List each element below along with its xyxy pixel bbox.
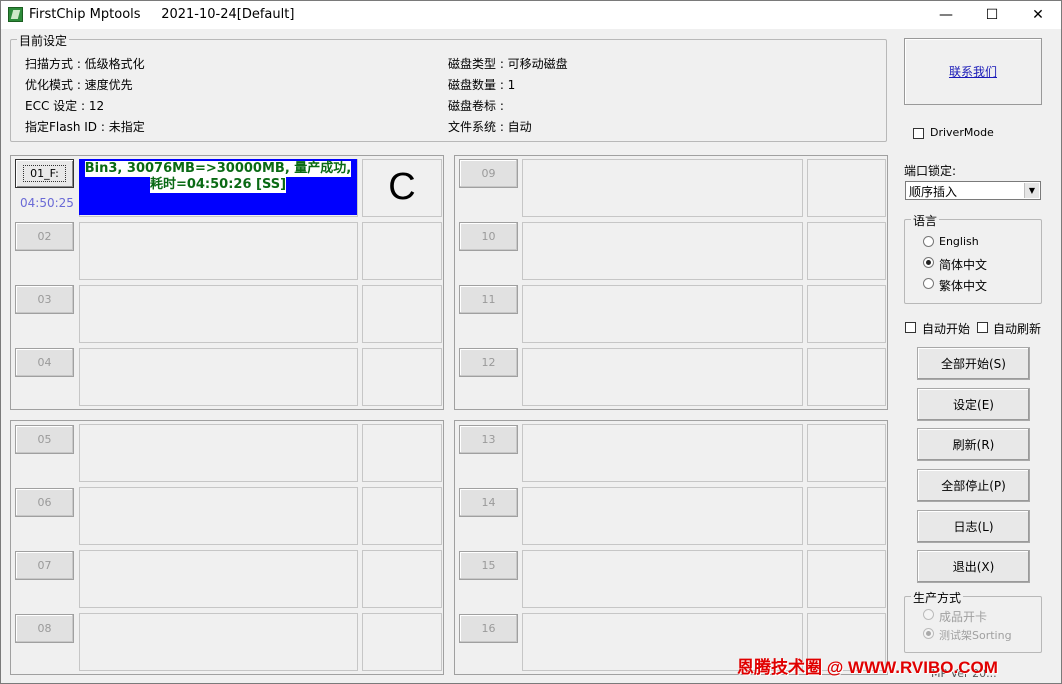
port-status-cell — [79, 285, 358, 343]
port-status-cell — [522, 348, 803, 406]
port-01-status: Bin3, 30076MB=>30000MB, 量产成功, 耗时=04:50:2… — [79, 159, 357, 215]
port-status-cell — [79, 424, 358, 482]
port-status-cell — [79, 487, 358, 545]
port-drive-cell — [807, 159, 886, 217]
driver-mode-checkbox[interactable] — [913, 128, 924, 139]
disk-label-text: 磁盘卷标 : — [448, 99, 504, 113]
production-mode-label: 生产方式 — [911, 589, 964, 606]
port-lock-select[interactable]: 顺序插入 ▼ — [905, 181, 1041, 200]
port-drive-cell — [807, 550, 886, 608]
title-bar: FirstChip Mptools 2021-10-24[Default] — … — [1, 1, 1061, 29]
production-retail-radio[interactable] — [923, 609, 934, 620]
production-sorting-label: 测试架Sorting — [939, 629, 1012, 642]
port-button-16[interactable]: 16 — [459, 614, 518, 643]
port-status-cell — [79, 550, 358, 608]
port-drive-cell — [362, 550, 442, 608]
port-button-13[interactable]: 13 — [459, 425, 518, 454]
port-button-11[interactable]: 11 — [459, 285, 518, 314]
auto-refresh-label: 自动刷新 — [993, 322, 1042, 336]
port-drive-cell — [807, 348, 886, 406]
port-lock-label: 端口锁定: — [904, 164, 957, 178]
port-button-04[interactable]: 04 — [15, 348, 74, 377]
main-window: FirstChip Mptools 2021-10-24[Default] — … — [0, 0, 1062, 684]
optimize-mode-text: 优化模式 : 速度优先 — [25, 78, 133, 92]
port-drive-cell — [807, 424, 886, 482]
log-button[interactable]: 日志(L) — [917, 510, 1030, 543]
scan-mode-text: 扫描方式 : 低级格式化 — [25, 57, 145, 71]
auto-start-checkbox[interactable] — [905, 322, 916, 333]
app-icon — [8, 7, 23, 22]
port-button-14[interactable]: 14 — [459, 488, 518, 517]
port-button-09[interactable]: 09 — [459, 159, 518, 188]
flash-id-text: 指定Flash ID : 未指定 — [25, 120, 145, 134]
port-drive-cell — [362, 424, 442, 482]
port-button-07[interactable]: 07 — [15, 551, 74, 580]
port-button-15[interactable]: 15 — [459, 551, 518, 580]
port-button-10[interactable]: 10 — [459, 222, 518, 251]
port-01-drive-letter: C — [388, 165, 416, 208]
language-english-label: English — [939, 235, 979, 248]
port-status-cell — [522, 550, 803, 608]
port-drive-cell — [362, 487, 442, 545]
chevron-down-icon[interactable]: ▼ — [1024, 183, 1039, 198]
language-traditional-label: 繁体中文 — [939, 279, 988, 293]
production-sorting-radio[interactable] — [923, 628, 934, 639]
port-status-cell — [79, 348, 358, 406]
port-button-06[interactable]: 06 — [15, 488, 74, 517]
auto-start-label: 自动开始 — [922, 322, 971, 336]
port-drive-cell — [362, 285, 442, 343]
settings-button[interactable]: 设定(E) — [917, 388, 1030, 421]
port-lock-value: 顺序插入 — [909, 185, 958, 199]
port-button-12[interactable]: 12 — [459, 348, 518, 377]
port-button-01[interactable]: 01_F: — [15, 159, 74, 188]
disk-type-text: 磁盘类型 : 可移动磁盘 — [448, 57, 568, 71]
port-01-status-line1: Bin3, 30076MB=>30000MB, 量产成功, — [84, 161, 352, 177]
language-traditional-radio[interactable] — [923, 278, 934, 289]
production-retail-label: 成品开卡 — [939, 610, 988, 624]
refresh-button[interactable]: 刷新(R) — [917, 428, 1030, 461]
current-settings-label: 目前设定 — [17, 32, 70, 49]
port-status-cell — [79, 222, 358, 280]
port-drive-cell — [362, 613, 442, 671]
language-group-label: 语言 — [911, 212, 940, 229]
port-button-02[interactable]: 02 — [15, 222, 74, 251]
port-status-cell — [522, 222, 803, 280]
close-button[interactable]: ✕ — [1015, 1, 1061, 29]
port-01-status-line2: 耗时=04:50:26 [SS] — [149, 177, 287, 193]
port-drive-cell — [807, 487, 886, 545]
port-button-03[interactable]: 03 — [15, 285, 74, 314]
port-button-05[interactable]: 05 — [15, 425, 74, 454]
window-title: FirstChip Mptools 2021-10-24[Default] — [29, 7, 295, 22]
minimize-button[interactable]: — — [923, 1, 969, 29]
stop-all-button[interactable]: 全部停止(P) — [917, 469, 1030, 502]
port-drive-cell — [362, 348, 442, 406]
language-english-radio[interactable] — [923, 236, 934, 247]
port-status-cell — [79, 613, 358, 671]
auto-refresh-checkbox[interactable] — [977, 322, 988, 333]
language-simplified-label: 简体中文 — [939, 258, 988, 272]
contact-us-link[interactable]: 联系我们 — [949, 63, 997, 80]
port-status-cell — [522, 424, 803, 482]
port-status-cell — [522, 285, 803, 343]
port-drive-cell — [807, 222, 886, 280]
file-system-text: 文件系统 : 自动 — [448, 120, 532, 134]
exit-button[interactable]: 退出(X) — [917, 550, 1030, 583]
driver-mode-label: DriverMode — [930, 126, 994, 139]
language-simplified-radio[interactable] — [923, 257, 934, 268]
port-01-timer: 04:50:25 — [20, 196, 74, 210]
port-button-08[interactable]: 08 — [15, 614, 74, 643]
ecc-setting-text: ECC 设定 : 12 — [25, 99, 105, 113]
start-all-button[interactable]: 全部开始(S) — [917, 347, 1030, 380]
watermark-text: 恩腾技术圈 @ WWW.RVIBO.COM — [737, 658, 998, 677]
port-drive-cell — [362, 222, 442, 280]
port-drive-cell — [807, 285, 886, 343]
contact-us-box: 联系我们 — [904, 38, 1042, 105]
disk-count-text: 磁盘数量 : 1 — [448, 78, 516, 92]
port-status-cell — [522, 159, 803, 217]
maximize-button[interactable]: ☐ — [969, 1, 1015, 29]
port-status-cell — [522, 487, 803, 545]
